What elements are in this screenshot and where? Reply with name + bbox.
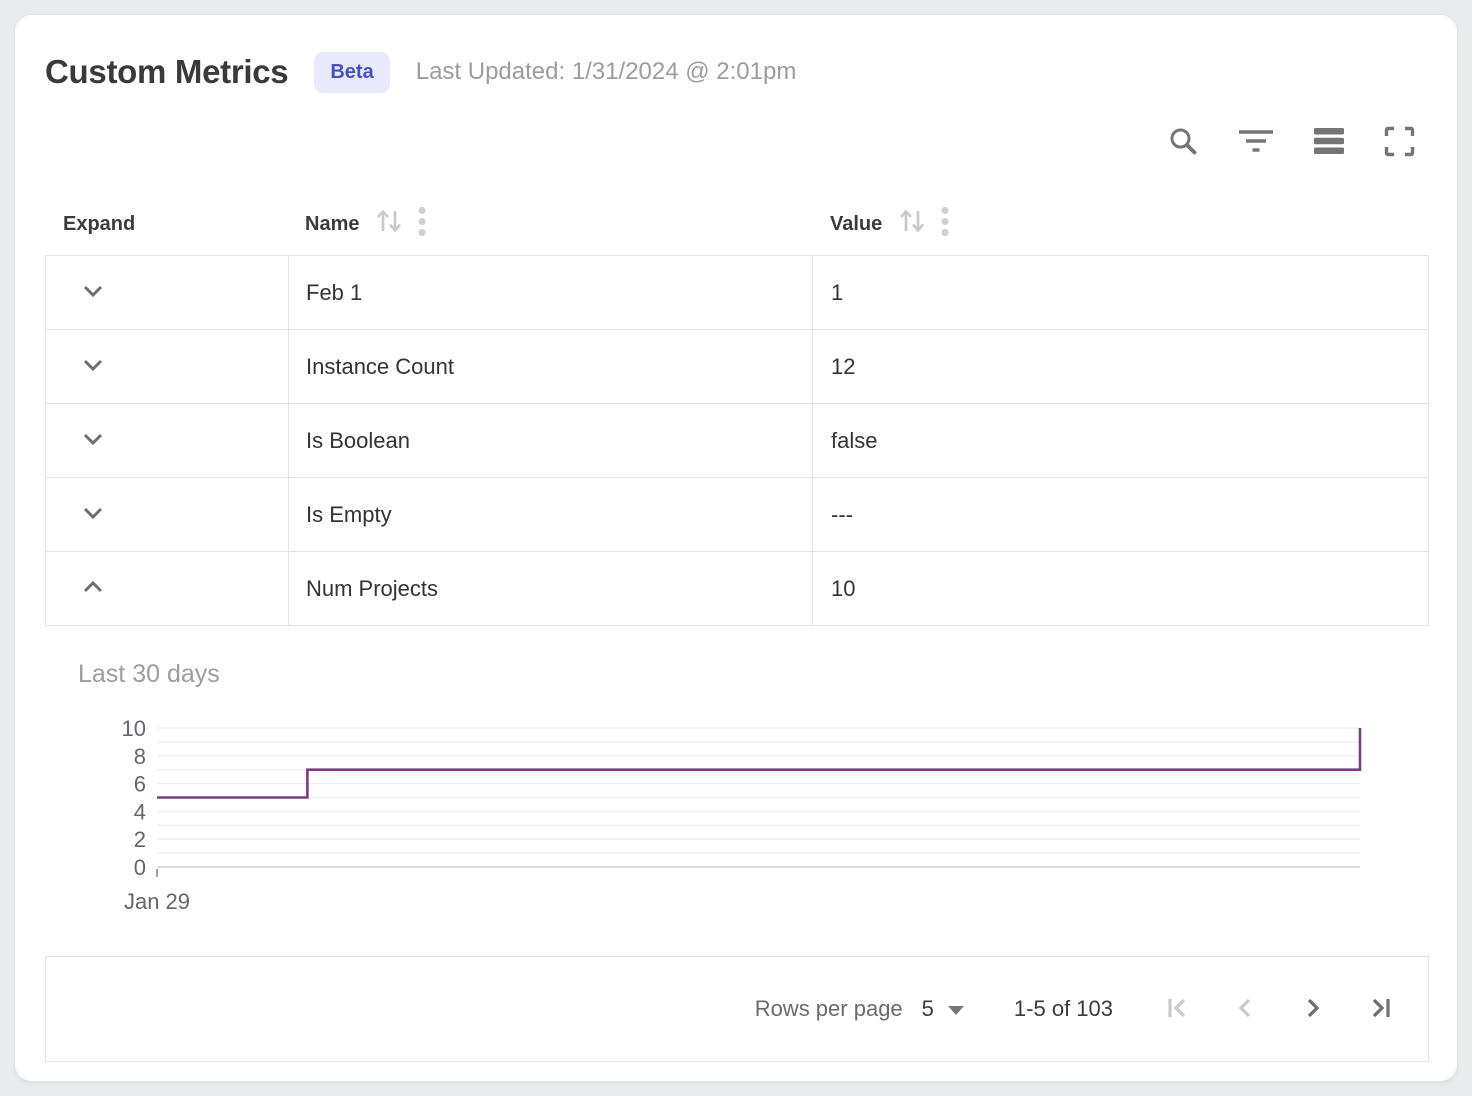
beta-badge: Beta	[314, 52, 389, 93]
row-detail-panel: Last 30 days 0 2 46 8 10 Jan 29	[45, 626, 1429, 956]
chevron-down-icon	[80, 500, 106, 529]
name-cell: Num Projects	[288, 552, 812, 625]
expand-cell	[46, 330, 288, 403]
custom-metrics-card: Custom Metrics Beta Last Updated: 1/31/2…	[14, 14, 1458, 1082]
chevron-right-icon	[1299, 994, 1327, 1025]
value-cell: 10	[812, 552, 1428, 625]
last-updated-text: Last Updated: 1/31/2024 @ 2:01pm	[416, 58, 797, 86]
filter-icon	[1238, 128, 1274, 154]
table-row: Feb 1 1	[46, 256, 1428, 330]
filter-button[interactable]	[1238, 128, 1274, 154]
rows-per-page-label: Rows per page	[755, 996, 903, 1022]
expand-cell	[46, 552, 288, 625]
svg-text:2: 2	[134, 827, 146, 852]
name-cell: Is Boolean	[288, 404, 812, 477]
column-header-expand: Expand	[45, 213, 288, 236]
density-icon	[1314, 127, 1344, 155]
table-row: Is Boolean false	[46, 404, 1428, 478]
previous-page-button[interactable]	[1231, 994, 1259, 1025]
pagination-controls	[1163, 994, 1395, 1025]
column-header-name-label: Name	[305, 213, 359, 236]
table-footer: Rows per page 5 1-5 of 103	[45, 956, 1429, 1062]
first-page-button[interactable]	[1163, 994, 1191, 1025]
svg-text:6: 6	[134, 772, 146, 797]
chevron-left-icon	[1231, 994, 1259, 1025]
table-row: Is Empty ---	[46, 478, 1428, 552]
sort-icon[interactable]	[375, 208, 405, 240]
expand-row-button[interactable]	[76, 348, 110, 385]
value-cell: 1	[812, 256, 1428, 329]
last-page-icon	[1367, 994, 1395, 1025]
name-cell: Instance Count	[288, 330, 812, 403]
table-header-row: Expand Name	[45, 193, 1429, 255]
svg-text:8: 8	[134, 744, 146, 769]
column-header-value-label: Value	[830, 213, 882, 236]
collapse-row-button[interactable]	[76, 570, 110, 607]
svg-text:10: 10	[122, 716, 146, 741]
table-row: Instance Count 12	[46, 330, 1428, 404]
svg-text:0: 0	[134, 855, 146, 880]
name-cell: Is Empty	[288, 478, 812, 551]
chevron-down-icon	[80, 426, 106, 455]
value-cell: 12	[812, 330, 1428, 403]
chart-title: Last 30 days	[78, 660, 220, 689]
expand-cell	[46, 404, 288, 477]
expand-row-button[interactable]	[76, 422, 110, 459]
card-header: Custom Metrics Beta Last Updated: 1/31/2…	[45, 45, 1429, 99]
rows-per-page-select[interactable]: 5	[922, 996, 965, 1022]
rows-per-page-value: 5	[922, 996, 934, 1022]
chevron-down-icon	[80, 278, 106, 307]
fullscreen-icon	[1384, 126, 1415, 157]
expand-row-button[interactable]	[76, 274, 110, 311]
value-cell: ---	[812, 478, 1428, 551]
pagination-range-label: 1-5 of 103	[1014, 996, 1113, 1022]
last-page-button[interactable]	[1367, 994, 1395, 1025]
page-title: Custom Metrics	[45, 53, 288, 91]
table-body: Feb 1 1 Instance Count 12	[45, 255, 1429, 626]
expand-cell	[46, 256, 288, 329]
caret-down-icon	[947, 996, 965, 1022]
fullscreen-button[interactable]	[1384, 126, 1415, 157]
num-projects-step-chart: 0 2 46 8 10 Jan 29	[45, 714, 1431, 926]
search-icon	[1168, 126, 1198, 156]
sort-icon[interactable]	[898, 208, 928, 240]
expand-cell	[46, 478, 288, 551]
svg-text:4: 4	[134, 799, 146, 824]
column-menu-icon[interactable]	[940, 206, 950, 243]
column-menu-icon[interactable]	[417, 206, 427, 243]
column-header-value-icons	[898, 206, 950, 243]
chevron-up-icon	[80, 574, 106, 603]
column-header-value[interactable]: Value	[812, 206, 1429, 243]
column-header-name-icons	[375, 206, 427, 243]
chevron-down-icon	[80, 352, 106, 381]
value-cell: false	[812, 404, 1428, 477]
table-row: Num Projects 10	[46, 552, 1428, 626]
search-button[interactable]	[1168, 126, 1198, 156]
grid-toolbar	[45, 123, 1429, 159]
expand-row-button[interactable]	[76, 496, 110, 533]
svg-text:Jan 29: Jan 29	[124, 889, 190, 914]
name-cell: Feb 1	[288, 256, 812, 329]
column-header-expand-label: Expand	[63, 213, 135, 235]
density-button[interactable]	[1314, 127, 1344, 155]
next-page-button[interactable]	[1299, 994, 1327, 1025]
column-header-name[interactable]: Name	[288, 206, 812, 243]
first-page-icon	[1163, 994, 1191, 1025]
